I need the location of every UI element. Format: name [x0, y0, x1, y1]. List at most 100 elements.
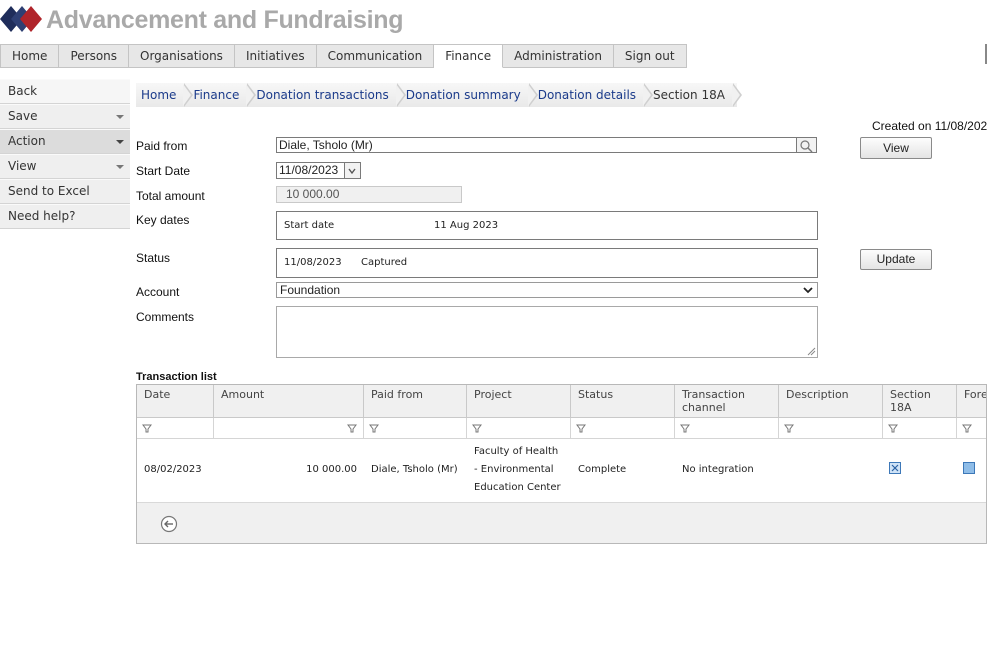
cell-paid-from: Diale, Tsholo (Mr) — [371, 464, 458, 475]
start-date-label: Start Date — [136, 164, 191, 178]
chevron-down-icon — [803, 287, 813, 294]
breadcrumb-item[interactable]: Donation details — [533, 83, 654, 107]
status-value: Captured — [361, 257, 408, 268]
view-label: View — [8, 159, 37, 173]
send-to-excel-menu-item[interactable]: Send to Excel — [0, 179, 130, 204]
breadcrumb-donation-summary: Donation summary — [405, 88, 521, 102]
breadcrumb-item[interactable]: Donation transactions — [251, 83, 406, 107]
filter-cell[interactable] — [137, 418, 214, 439]
date-picker-button[interactable] — [345, 162, 361, 179]
breadcrumb-section-18a: Section 18A — [653, 88, 725, 102]
cell-project: Faculty of Health - Environmental Educat… — [474, 443, 561, 497]
paid-from-field[interactable]: Diale, Tsholo (Mr) — [276, 137, 797, 153]
tab-administration[interactable]: Administration — [503, 44, 614, 68]
column-header-transaction-channel[interactable]: Transaction channel — [675, 385, 779, 418]
breadcrumb-separator-inner — [246, 84, 255, 106]
transaction-table: Date Amount Paid from Project Status Tra… — [136, 384, 987, 544]
chevron-down-icon — [116, 140, 124, 144]
chevron-down-icon — [348, 168, 356, 175]
breadcrumb-separator-inner — [643, 84, 652, 106]
tab-sign-out[interactable]: Sign out — [613, 44, 687, 68]
comments-label: Comments — [136, 310, 195, 324]
section-18a-checkbox[interactable] — [889, 462, 901, 474]
filter-cell[interactable] — [779, 418, 883, 439]
comments-textarea[interactable] — [276, 306, 818, 358]
breadcrumb-current: Section 18A — [648, 83, 742, 107]
filter-cell[interactable] — [214, 418, 364, 439]
chevron-down-icon — [116, 165, 124, 169]
left-action-menu: Back Save Action View Send to Excel Need… — [0, 79, 130, 229]
status-date: 11/08/2023 — [284, 257, 342, 268]
column-header-status[interactable]: Status — [571, 385, 675, 418]
cell-status: Complete — [578, 464, 627, 475]
project-line: Education Center — [474, 482, 561, 493]
column-header-amount[interactable]: Amount — [214, 385, 364, 418]
paid-from-value: Diale, Tsholo (Mr) — [279, 138, 373, 152]
breadcrumb-item[interactable]: Home — [136, 83, 194, 107]
column-header-fore[interactable]: Fore — [957, 385, 986, 418]
filter-cell[interactable] — [571, 418, 675, 439]
total-amount-value: 10 000.00 — [286, 187, 340, 201]
status-box: 11/08/2023 Captured — [276, 248, 818, 278]
breadcrumb-finance: Finance — [193, 88, 240, 102]
filter-icon — [472, 424, 482, 433]
tab-persons[interactable]: Persons — [59, 44, 130, 68]
account-label: Account — [136, 285, 180, 299]
status-label: Status — [136, 251, 171, 265]
filter-cell[interactable] — [675, 418, 779, 439]
filter-icon — [576, 424, 586, 433]
breadcrumb: Home Finance Donation transactions Donat… — [136, 83, 742, 107]
paid-from-label: Paid from — [136, 139, 188, 153]
tab-home[interactable]: Home — [0, 44, 60, 68]
column-header-project[interactable]: Project — [467, 385, 571, 418]
tab-organisations[interactable]: Organisations — [129, 44, 235, 68]
column-header-paid-from[interactable]: Paid from — [364, 385, 467, 418]
breadcrumb-separator-inner — [527, 84, 536, 106]
resize-handle-icon[interactable] — [807, 347, 816, 356]
diamond-logo-icon — [0, 6, 42, 32]
cell-date: 08/02/2023 — [144, 464, 202, 475]
filter-cell[interactable] — [467, 418, 571, 439]
filter-icon — [888, 424, 898, 433]
tab-finance[interactable]: Finance — [434, 44, 504, 68]
update-button[interactable]: Update — [860, 249, 932, 270]
account-select[interactable]: Foundation — [276, 282, 818, 298]
column-header-section-18a[interactable]: Section 18A — [883, 385, 957, 418]
view-button[interactable]: View — [860, 137, 932, 159]
tab-communication[interactable]: Communication — [316, 44, 435, 68]
breadcrumb-donation-details: Donation details — [537, 88, 637, 102]
breadcrumb-item[interactable]: Finance — [188, 83, 257, 107]
key-date-name: Start date — [284, 220, 335, 231]
action-menu-item[interactable]: Action — [0, 129, 130, 154]
search-button[interactable] — [797, 137, 817, 153]
start-date-field[interactable]: 11/08/2023 — [276, 162, 345, 179]
need-help-menu-item[interactable]: Need help? — [0, 204, 130, 229]
filter-cell[interactable] — [883, 418, 957, 439]
column-header-date[interactable]: Date — [137, 385, 214, 418]
action-label: Action — [8, 134, 46, 148]
key-dates-box: Start date 11 Aug 2023 — [276, 211, 818, 240]
filter-icon — [142, 424, 152, 433]
back-menu-item[interactable]: Back — [0, 79, 130, 104]
filter-icon — [680, 424, 690, 433]
column-header-description[interactable]: Description — [779, 385, 883, 418]
key-date-value: 11 Aug 2023 — [434, 220, 499, 231]
fore-checkbox[interactable] — [963, 462, 975, 474]
table-row[interactable]: 08/02/2023 10 000.00 Diale, Tsholo (Mr) … — [137, 440, 986, 502]
filter-icon — [962, 424, 972, 433]
filter-cell[interactable] — [957, 418, 986, 439]
back-arrow-icon[interactable] — [160, 515, 178, 533]
total-amount-label: Total amount — [136, 189, 205, 203]
view-menu-item[interactable]: View — [0, 154, 130, 179]
project-line: Faculty of Health — [474, 446, 559, 457]
breadcrumb-separator-inner — [183, 84, 192, 106]
filter-cell[interactable] — [364, 418, 467, 439]
tab-initiatives[interactable]: Initiatives — [234, 44, 317, 68]
key-dates-label: Key dates — [136, 213, 190, 227]
breadcrumb-item[interactable]: Donation summary — [401, 83, 538, 107]
save-menu-item[interactable]: Save — [0, 104, 130, 129]
created-on-text: Created on 11/08/2023 — [872, 119, 987, 133]
breadcrumb-separator-inner — [395, 84, 404, 106]
breadcrumb-donation-transactions: Donation transactions — [256, 88, 389, 102]
search-icon — [800, 140, 813, 153]
